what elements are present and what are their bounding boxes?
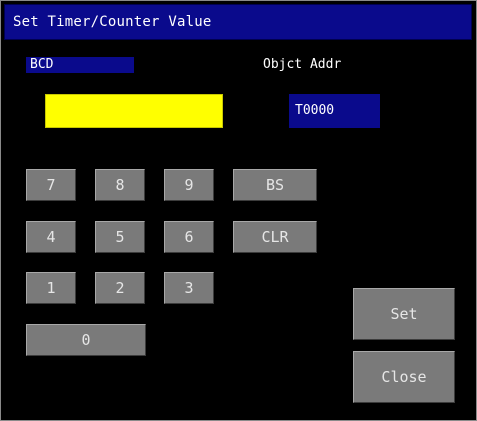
dialog-window: Set Timer/Counter Value BCD Objct Addr T… [0, 0, 477, 421]
key-0-button[interactable]: 0 [26, 324, 146, 356]
object-address-field[interactable]: T0000 [289, 94, 380, 128]
dialog-body: BCD Objct Addr T0000 7 8 9 BS 4 5 6 CLR … [4, 41, 472, 417]
key-7-button[interactable]: 7 [26, 169, 76, 201]
set-button[interactable]: Set [353, 288, 455, 340]
key-5-button[interactable]: 5 [95, 221, 145, 253]
key-9-button[interactable]: 9 [164, 169, 214, 201]
key-8-button[interactable]: 8 [95, 169, 145, 201]
clear-button[interactable]: CLR [233, 221, 317, 253]
key-3-button[interactable]: 3 [164, 272, 214, 304]
key-2-button[interactable]: 2 [95, 272, 145, 304]
backspace-button[interactable]: BS [233, 169, 317, 201]
key-6-button[interactable]: 6 [164, 221, 214, 253]
object-address-label: Objct Addr [263, 57, 342, 72]
format-indicator: BCD [26, 57, 134, 73]
title-bar: Set Timer/Counter Value [4, 4, 472, 40]
key-4-button[interactable]: 4 [26, 221, 76, 253]
key-1-button[interactable]: 1 [26, 272, 76, 304]
dialog-title: Set Timer/Counter Value [13, 14, 212, 30]
close-button[interactable]: Close [353, 351, 455, 403]
value-input-display[interactable] [45, 94, 223, 128]
